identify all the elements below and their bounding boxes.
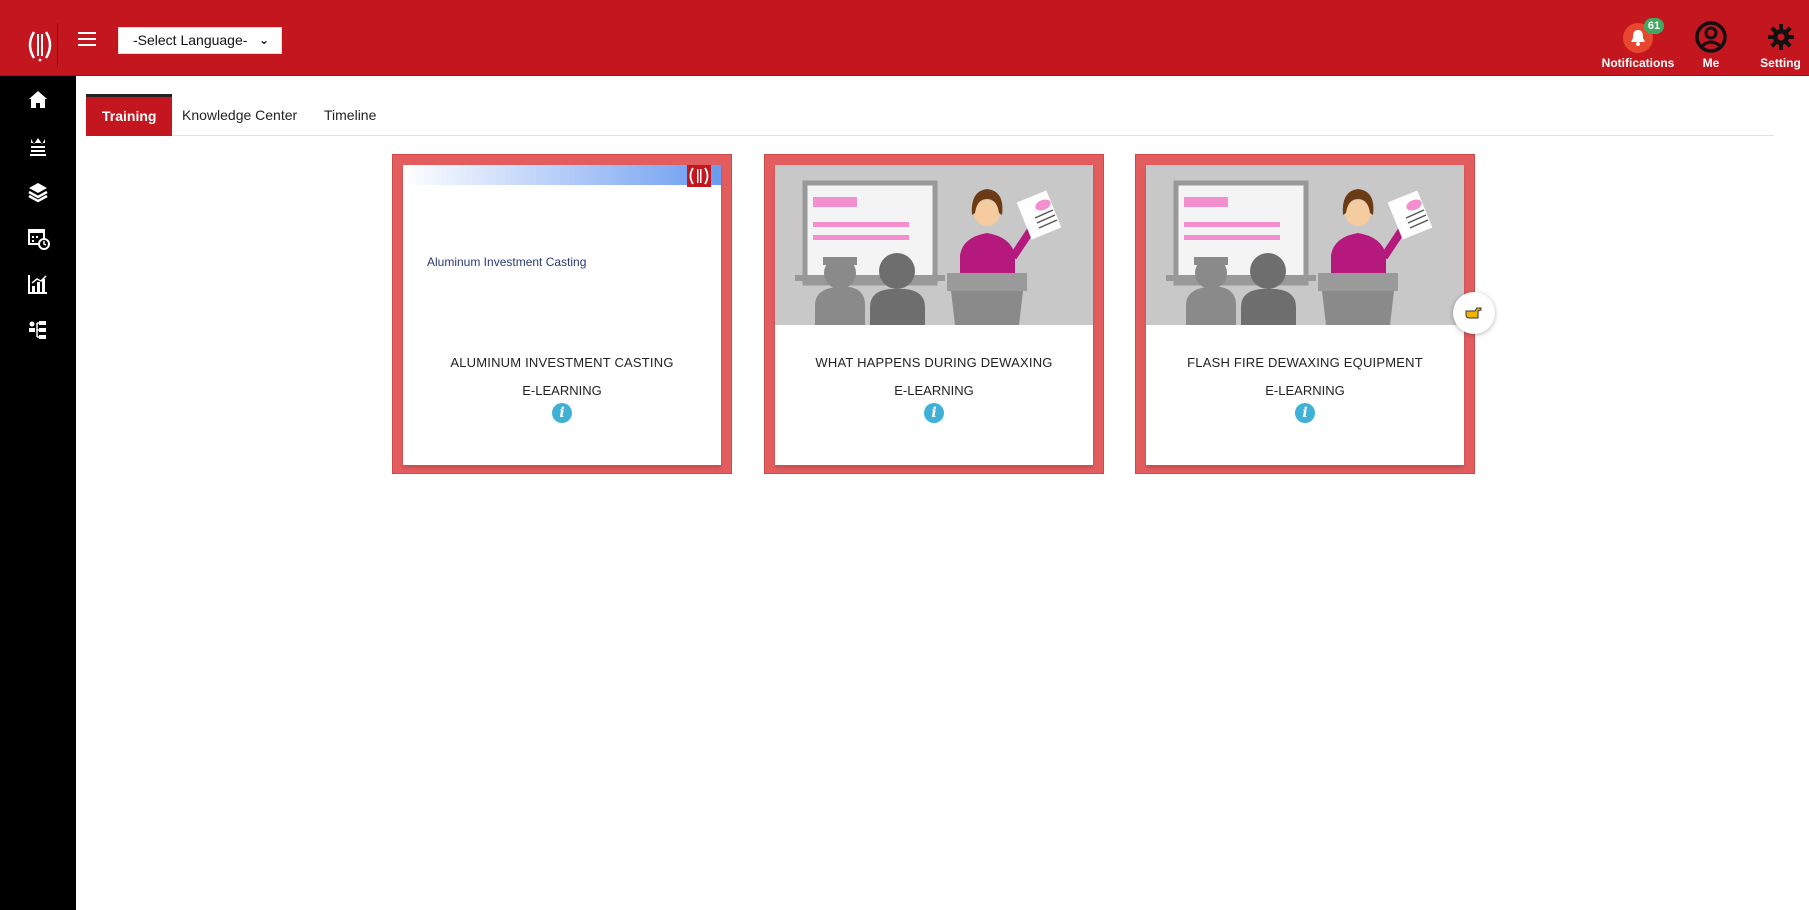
course-thumbnail: [775, 165, 1093, 325]
course-card-body: FLASH FIRE DEWAXING EQUIPMENT E-LEARNING…: [1146, 165, 1464, 465]
course-card-body: WHAT HAPPENS DURING DEWAXING E-LEARNING …: [775, 165, 1093, 465]
thumbnail-caption: Aluminum Investment Casting: [427, 255, 587, 269]
floating-pointer-button[interactable]: [1453, 292, 1495, 334]
thumbnail-logo-icon: [687, 165, 711, 187]
me-label: Me: [1702, 56, 1720, 70]
menu-toggle-button[interactable]: [78, 32, 96, 46]
language-select[interactable]: -Select Language- ⌄: [118, 27, 282, 54]
gear-icon: [1768, 24, 1794, 50]
language-select-value: -Select Language-: [133, 32, 248, 48]
tab-knowledge-center[interactable]: Knowledge Center: [182, 94, 297, 136]
course-title: WHAT HAPPENS DURING DEWAXING: [815, 355, 1053, 370]
top-bar: -Select Language- ⌄ 61 Notifications Me: [0, 0, 1809, 76]
chart-icon: [28, 275, 47, 294]
trophy-icon: [30, 138, 46, 156]
presentation-illustration: [1146, 165, 1464, 325]
settings-button[interactable]: Setting: [1752, 14, 1809, 74]
sidebar-item-reports[interactable]: [22, 268, 54, 300]
hand-pointer-icon: [1465, 307, 1482, 319]
info-icon[interactable]: i: [1295, 403, 1315, 423]
org-chart-icon: [29, 321, 46, 339]
calendar-clock-icon: [28, 229, 50, 250]
chevron-down-icon: ⌄: [258, 33, 269, 47]
sidebar-item-courses[interactable]: [22, 176, 54, 208]
content-tabs: Training Knowledge Center Timeline: [86, 94, 1774, 136]
course-type: E-LEARNING: [522, 383, 602, 398]
info-icon[interactable]: i: [552, 403, 572, 423]
thumbnail-banner: [403, 165, 721, 185]
notifications-label: Notifications: [1601, 56, 1675, 70]
home-icon: [29, 91, 47, 108]
course-card-flash-fire-dewaxing-equipment[interactable]: FLASH FIRE DEWAXING EQUIPMENT E-LEARNING…: [1135, 154, 1475, 474]
sidebar-item-calendar[interactable]: [22, 222, 54, 254]
notifications-count-badge: 61: [1644, 18, 1664, 34]
setting-label: Setting: [1760, 56, 1801, 70]
course-thumbnail: Aluminum Investment Casting: [403, 165, 721, 325]
logo-icon: [28, 31, 52, 62]
presentation-illustration: [775, 165, 1093, 325]
sidebar-item-organization[interactable]: [22, 314, 54, 346]
course-thumbnail: [1146, 165, 1464, 325]
sidebar-item-achievements[interactable]: [22, 130, 54, 162]
tab-timeline[interactable]: Timeline: [324, 94, 376, 136]
course-title: FLASH FIRE DEWAXING EQUIPMENT: [1187, 355, 1423, 370]
course-title: ALUMINUM INVESTMENT CASTING: [450, 355, 674, 370]
course-card-aluminum-investment-casting[interactable]: Aluminum Investment Casting ALUMINUM INV…: [392, 154, 732, 474]
me-button[interactable]: Me: [1686, 14, 1736, 74]
sidebar: [0, 76, 76, 910]
user-avatar-icon: [1695, 21, 1727, 53]
course-card-body: Aluminum Investment Casting ALUMINUM INV…: [403, 165, 721, 465]
layers-icon: [28, 183, 48, 203]
notifications-button[interactable]: 61 Notifications: [1600, 14, 1676, 74]
course-type: E-LEARNING: [894, 383, 974, 398]
info-icon[interactable]: i: [924, 403, 944, 423]
tab-training[interactable]: Training: [86, 94, 173, 136]
course-card-what-happens-during-dewaxing[interactable]: WHAT HAPPENS DURING DEWAXING E-LEARNING …: [764, 154, 1104, 474]
sidebar-item-home[interactable]: [22, 84, 54, 116]
brand-logo[interactable]: [22, 23, 58, 67]
course-type: E-LEARNING: [1265, 383, 1345, 398]
